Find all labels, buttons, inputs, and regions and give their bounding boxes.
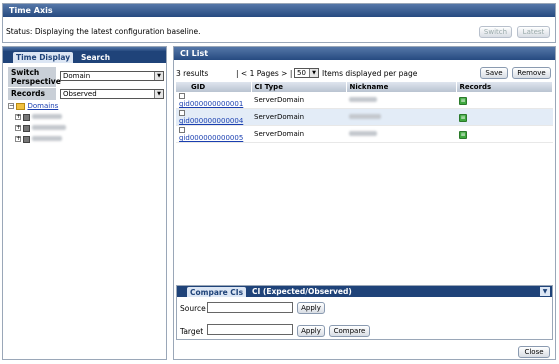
server-icon	[23, 124, 31, 132]
tab-time-display[interactable]: Time Display	[13, 52, 74, 63]
target-label: Target	[180, 327, 204, 336]
ci-list-panel: CI List 3 results | < 1 Pages > | 50 ▼ I…	[173, 46, 556, 360]
tab-ci-expected-observed[interactable]: CI (Expected/Observed)	[249, 286, 355, 297]
collapse-panel-icon[interactable]: ▼	[540, 287, 550, 296]
left-tabs: Time Display Search	[3, 51, 166, 63]
table-row[interactable]: gid000000000004 ServerDomain ≡	[176, 108, 553, 126]
compare-panel: Compare CIs CI (Expected/Observed) ▼ Sou…	[176, 285, 553, 340]
records-label: Records	[8, 88, 56, 100]
redacted-name	[32, 136, 63, 141]
chevron-down-icon: ▼	[154, 90, 163, 98]
folder-icon	[16, 102, 26, 110]
time-axis-title: Time Axis	[3, 4, 555, 17]
records-select[interactable]: Observed ▼	[60, 89, 164, 99]
status-label: Status:	[6, 27, 33, 36]
switch-button[interactable]: Switch	[479, 26, 512, 38]
row-checkbox[interactable]	[179, 110, 185, 116]
tab-compare-cis[interactable]: Compare CIs	[187, 287, 247, 297]
col-records[interactable]: Records	[456, 82, 553, 92]
expand-icon[interactable]: +	[15, 125, 21, 131]
tree-node[interactable]: +	[8, 124, 67, 132]
status-line: Status: Displaying the latest configurat…	[6, 27, 201, 36]
target-input[interactable]	[207, 324, 293, 335]
ci-type-cell: ServerDomain	[251, 92, 346, 109]
tree-node[interactable]: +	[8, 113, 66, 121]
source-input[interactable]	[207, 302, 293, 313]
gid-link[interactable]: gid000000000005	[179, 134, 243, 142]
chevron-down-icon: ▼	[309, 69, 318, 77]
nickname-cell	[346, 108, 456, 126]
gid-link[interactable]: gid000000000004	[179, 117, 243, 125]
perspective-select[interactable]: Domain ▼	[60, 71, 164, 81]
nickname-cell	[346, 125, 456, 143]
compare-button[interactable]: Compare	[329, 325, 370, 337]
nickname-cell	[346, 92, 456, 109]
ci-type-cell: ServerDomain	[251, 108, 346, 126]
redacted-name	[32, 114, 63, 119]
compare-tabs: Compare CIs CI (Expected/Observed) ▼	[177, 286, 552, 297]
table-header: GID CI Type Nickname Records	[176, 82, 553, 92]
close-button[interactable]: Close	[518, 346, 550, 358]
table-row[interactable]: gid000000000001 ServerDomain ≡	[176, 92, 553, 109]
pager[interactable]: | < 1 Pages > |	[236, 69, 292, 78]
tree-node[interactable]: +	[8, 135, 66, 143]
gid-link[interactable]: gid000000000001	[179, 100, 243, 108]
server-icon	[23, 135, 31, 143]
left-panel: Time Display Search Switch Perspective D…	[2, 46, 167, 360]
time-axis-panel: Time Axis Status: Displaying the latest …	[2, 3, 556, 43]
latest-button[interactable]: Latest	[517, 26, 550, 38]
records-icon[interactable]: ≡	[459, 113, 467, 122]
per-page-text: Items displayed per page	[322, 69, 418, 78]
source-label: Source	[180, 304, 206, 313]
tree-root-label[interactable]: Domains	[27, 102, 58, 110]
records-icon[interactable]: ≡	[459, 96, 467, 105]
switch-perspective-label: Switch Perspective	[8, 67, 61, 87]
status-text: Displaying the latest configuration base…	[34, 27, 201, 36]
per-page-select[interactable]: 50 ▼	[294, 68, 319, 78]
records-icon[interactable]: ≡	[459, 130, 467, 139]
col-gid[interactable]: GID	[176, 82, 252, 92]
tree-root[interactable]: − Domains	[8, 102, 66, 110]
chevron-down-icon: ▼	[154, 72, 163, 80]
redacted-name	[32, 125, 67, 130]
perspective-value: Domain	[63, 72, 91, 80]
col-ci-type[interactable]: CI Type	[251, 82, 347, 92]
source-apply-button[interactable]: Apply	[297, 302, 325, 314]
expand-icon[interactable]: +	[15, 114, 21, 120]
ci-table: GID CI Type Nickname Records gid00000000…	[176, 82, 553, 143]
row-checkbox[interactable]	[179, 93, 185, 99]
collapse-icon[interactable]: −	[8, 103, 14, 109]
per-page-value: 50	[297, 69, 306, 77]
remove-button[interactable]: Remove	[512, 67, 551, 79]
domain-tree: − Domains + + +	[8, 102, 67, 143]
records-value: Observed	[63, 90, 97, 98]
table-row[interactable]: gid000000000005 ServerDomain ≡	[176, 125, 553, 143]
target-apply-button[interactable]: Apply	[297, 325, 325, 337]
results-count: 3 results	[176, 69, 209, 78]
expand-icon[interactable]: +	[15, 136, 21, 142]
save-button[interactable]: Save	[480, 67, 508, 79]
col-nickname[interactable]: Nickname	[346, 82, 457, 92]
tab-search[interactable]: Search	[78, 52, 113, 63]
row-checkbox[interactable]	[179, 127, 185, 133]
server-icon	[23, 113, 31, 121]
ci-type-cell: ServerDomain	[251, 125, 346, 143]
ci-list-title: CI List	[174, 47, 555, 60]
